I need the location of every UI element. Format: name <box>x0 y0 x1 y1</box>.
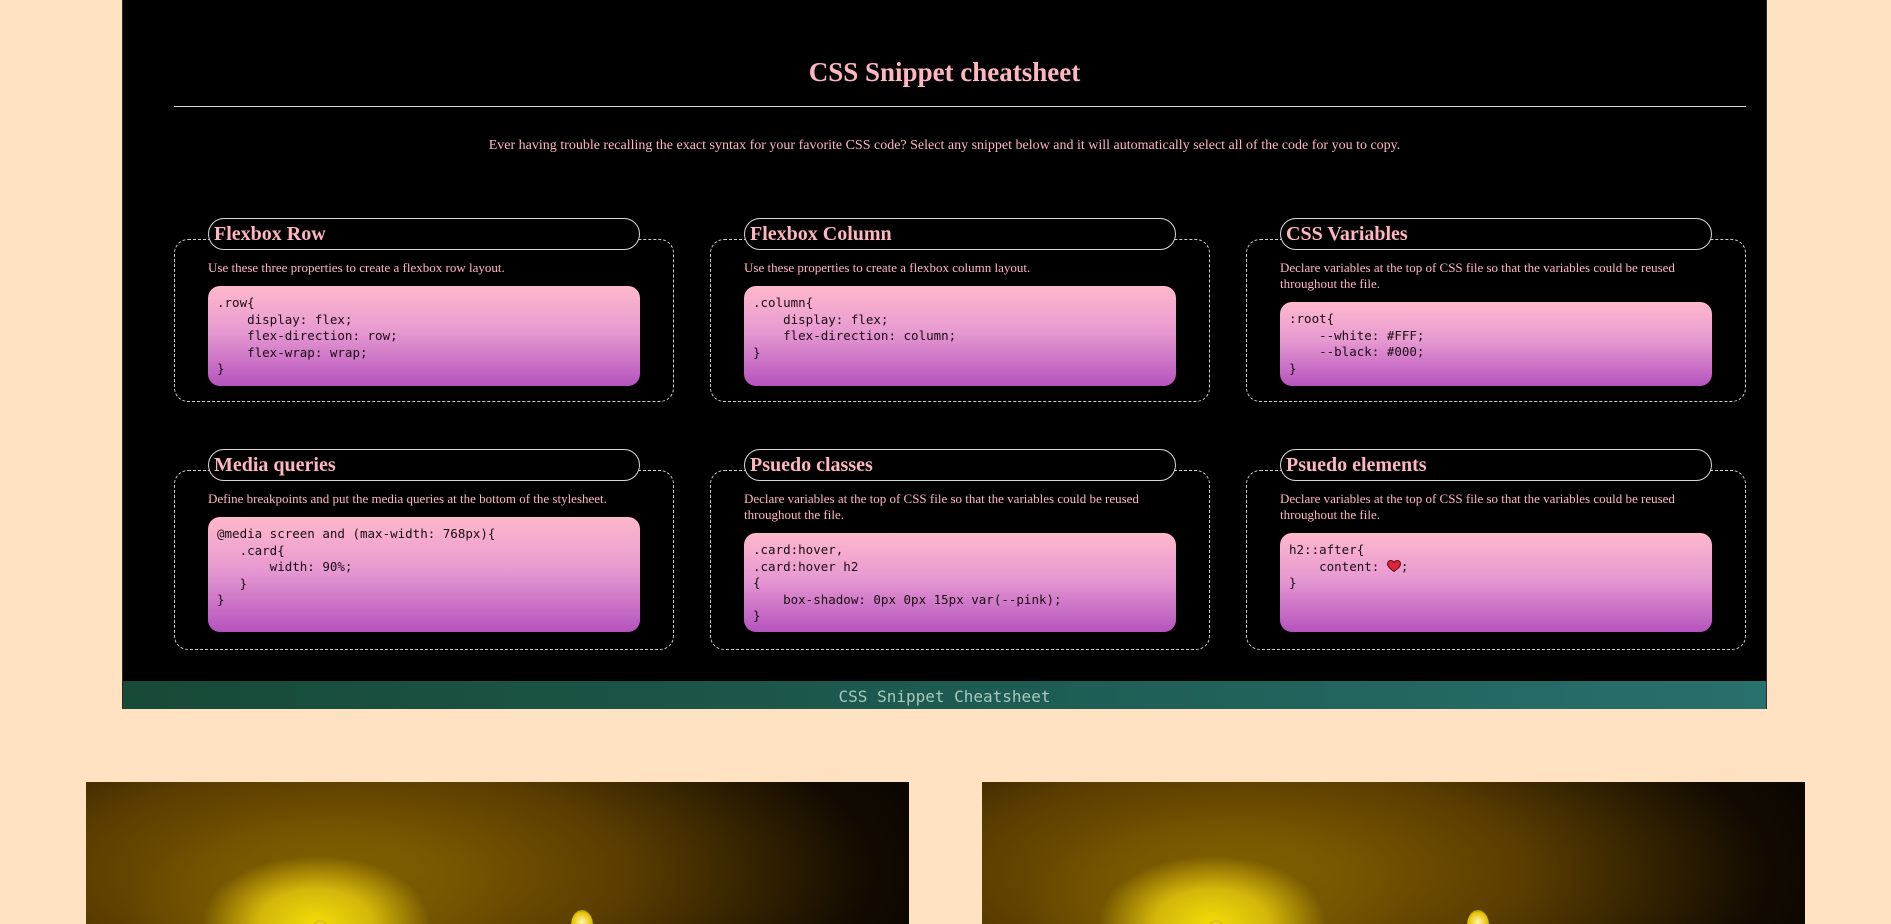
card-psuedo-elements: Psuedo elements Declare variables at the… <box>1246 449 1746 650</box>
intro-text: Ever having trouble recalling the exact … <box>488 138 1401 153</box>
code-text-before: h2::after{ content: <box>1289 542 1380 574</box>
fireworks-photo-right <box>982 782 1805 924</box>
code-snippet[interactable]: @media screen and (max-width: 768px){ .c… <box>208 517 640 632</box>
card-flexbox-row: Flexbox Row Use these three properties t… <box>174 218 674 402</box>
cheatsheet-panel: CSS Snippet cheatsheet Ever having troub… <box>122 0 1767 709</box>
card-title: Flexbox Row <box>208 218 640 250</box>
card-title: CSS Variables <box>1280 218 1712 250</box>
card-description: Use these three properties to create a f… <box>208 260 505 275</box>
card-description: Declare variables at the top of CSS file… <box>744 491 1139 522</box>
page-title: CSS Snippet cheatsheet <box>808 57 1081 87</box>
card-description: Declare variables at the top of CSS file… <box>1280 491 1675 522</box>
code-snippet[interactable]: :root{ --white: #FFF; --black: #000; } <box>1280 302 1712 386</box>
card-title: Psuedo elements <box>1280 449 1712 481</box>
card-css-variables: CSS Variables Declare variables at the t… <box>1246 218 1746 402</box>
card-description: Define breakpoints and put the media que… <box>208 491 607 506</box>
card-psuedo-classes: Psuedo classes Declare variables at the … <box>710 449 1210 650</box>
card-title: Flexbox Column <box>744 218 1176 250</box>
code-snippet[interactable]: h2::after{ content: ; } <box>1280 533 1712 632</box>
card-description: Use these properties to create a flexbox… <box>744 260 1031 275</box>
code-snippet[interactable]: .card:hover, .card:hover h2 { box-shadow… <box>744 533 1176 632</box>
card-flexbox-column: Flexbox Column Use these properties to c… <box>710 218 1210 402</box>
card-title: Media queries <box>208 449 640 481</box>
code-snippet[interactable]: .row{ display: flex; flex-direction: row… <box>208 286 640 386</box>
heart-emoji-icon <box>1386 559 1401 572</box>
title-divider <box>174 106 1746 107</box>
card-description: Declare variables at the top of CSS file… <box>1280 260 1675 291</box>
card-media-queries: Media queries Define breakpoints and put… <box>174 449 674 650</box>
card-title: Psuedo classes <box>744 449 1176 481</box>
code-snippet[interactable]: .column{ display: flex; flex-direction: … <box>744 286 1176 386</box>
footer: CSS Snippet Cheatsheet <box>123 681 1766 709</box>
fireworks-photo-left <box>86 782 909 924</box>
